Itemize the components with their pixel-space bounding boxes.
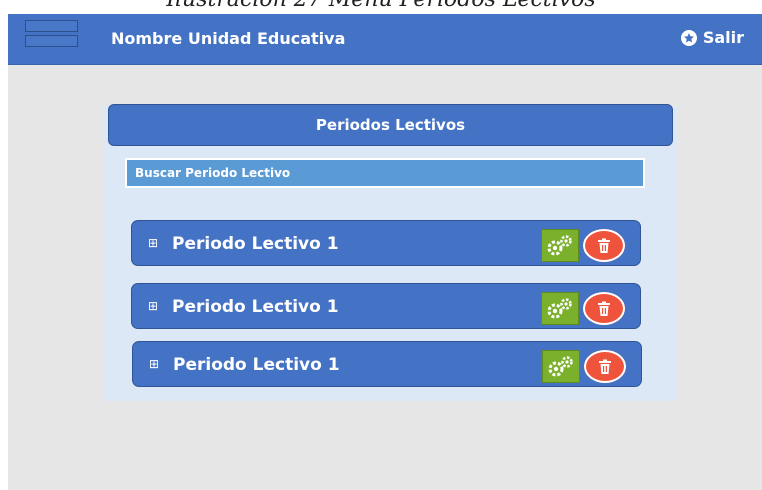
expand-icon[interactable]: ⊞ [149,355,159,373]
settings-button[interactable] [541,229,579,262]
search-period-input[interactable]: Buscar Periodo Lectivo [125,158,645,188]
hamburger-icon[interactable] [25,20,80,48]
figure-caption: Ilustración 27 Menú Periodos Lectivos [0,0,762,12]
expand-icon[interactable]: ⊞ [148,234,158,252]
gears-icon [547,234,572,255]
trash-icon [598,238,610,253]
period-item[interactable]: ⊞ Periodo Lectivo 1 [131,220,641,266]
period-label: Periodo Lectivo 1 [172,297,339,317]
app-title: Nombre Unidad Educativa [111,29,346,48]
periods-panel: Periodos Lectivos Buscar Periodo Lectivo… [104,104,677,401]
app-window: Nombre Unidad Educativa Salir Periodos L… [8,14,762,490]
expand-icon[interactable]: ⊞ [148,297,158,315]
delete-button[interactable] [584,350,626,383]
exit-button[interactable]: Salir [680,28,744,47]
delete-button[interactable] [583,229,625,262]
trash-icon [598,301,610,316]
period-label: Periodo Lectivo 1 [173,355,340,375]
period-label: Periodo Lectivo 1 [172,234,339,254]
panel-title: Periodos Lectivos [108,104,673,146]
period-item[interactable]: ⊞ Periodo Lectivo 1 [131,283,641,329]
settings-button[interactable] [542,350,580,383]
delete-button[interactable] [583,292,625,325]
period-item[interactable]: ⊞ Periodo Lectivo 1 [132,341,642,387]
settings-button[interactable] [541,292,579,325]
gears-icon [548,355,573,376]
gears-icon [547,297,572,318]
top-bar: Nombre Unidad Educativa Salir [8,14,762,65]
exit-label: Salir [702,28,744,47]
exit-icon [680,29,697,46]
trash-icon [599,359,611,374]
